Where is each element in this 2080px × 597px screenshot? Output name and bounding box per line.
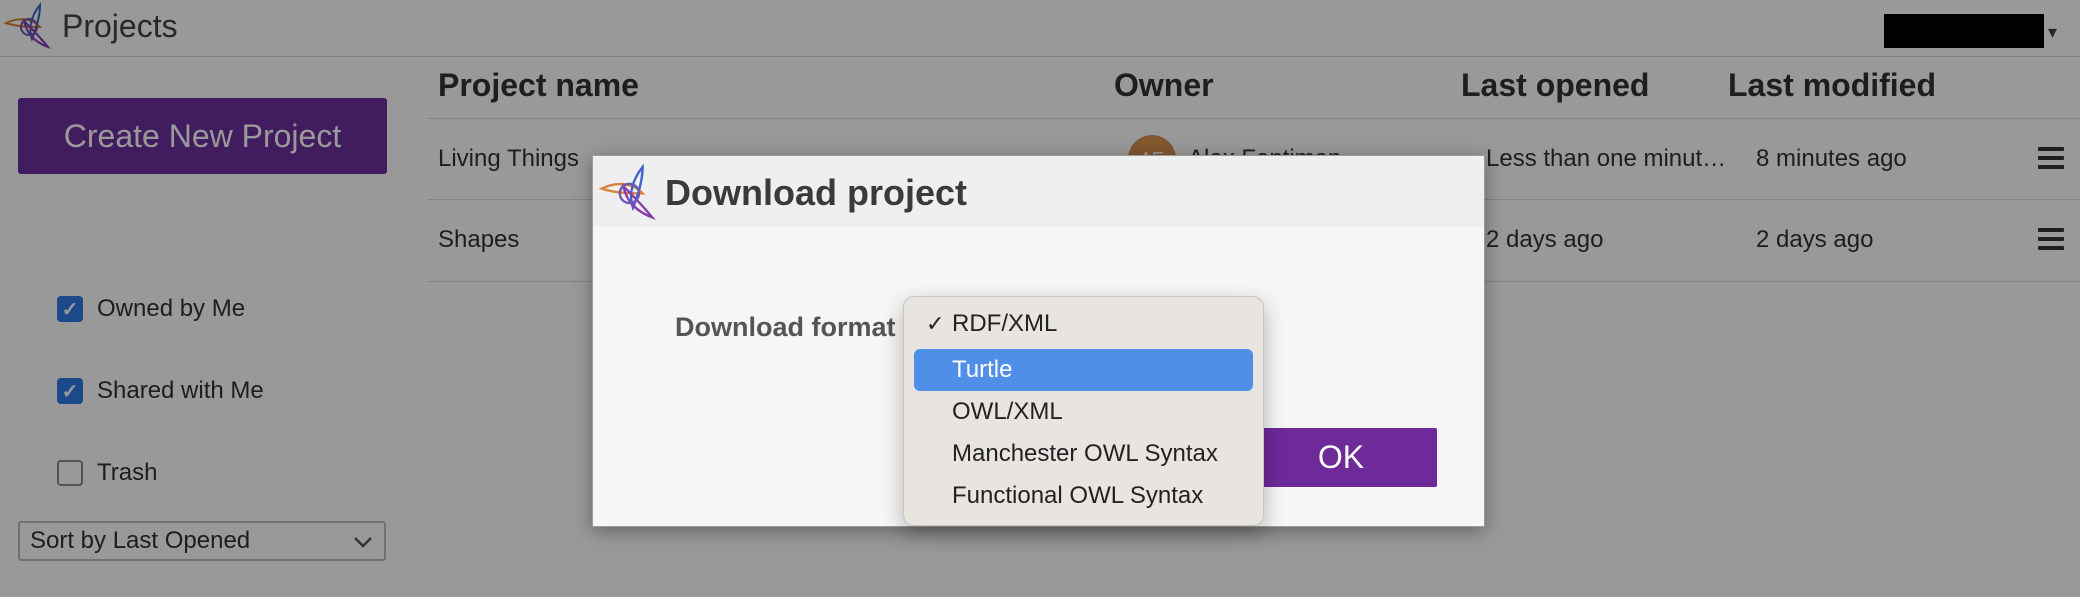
format-option-turtle[interactable]: Turtle <box>914 349 1253 391</box>
option-label: Functional OWL Syntax <box>952 482 1204 509</box>
option-label: OWL/XML <box>952 398 1063 425</box>
option-label: Manchester OWL Syntax <box>952 440 1218 467</box>
dialog-title: Download project <box>665 172 968 213</box>
download-format-menu[interactable]: ✓ RDF/XML Turtle OWL/XML Manchester OWL … <box>903 296 1264 526</box>
option-label: Turtle <box>952 356 1013 383</box>
format-option-rdf-xml[interactable]: ✓ RDF/XML <box>914 303 1253 345</box>
ok-button[interactable]: OK <box>1245 428 1437 487</box>
format-option-owl-xml[interactable]: OWL/XML <box>914 391 1253 433</box>
format-option-manchester-owl-syntax[interactable]: Manchester OWL Syntax <box>914 433 1253 475</box>
format-option-functional-owl-syntax[interactable]: Functional OWL Syntax <box>914 475 1253 517</box>
dialog-header: Download project <box>593 156 1484 227</box>
download-format-label: Download format <box>675 312 896 342</box>
option-label: RDF/XML <box>952 310 1058 337</box>
checkmark-icon: ✓ <box>926 311 945 336</box>
webprotege-logo-icon <box>598 163 656 221</box>
